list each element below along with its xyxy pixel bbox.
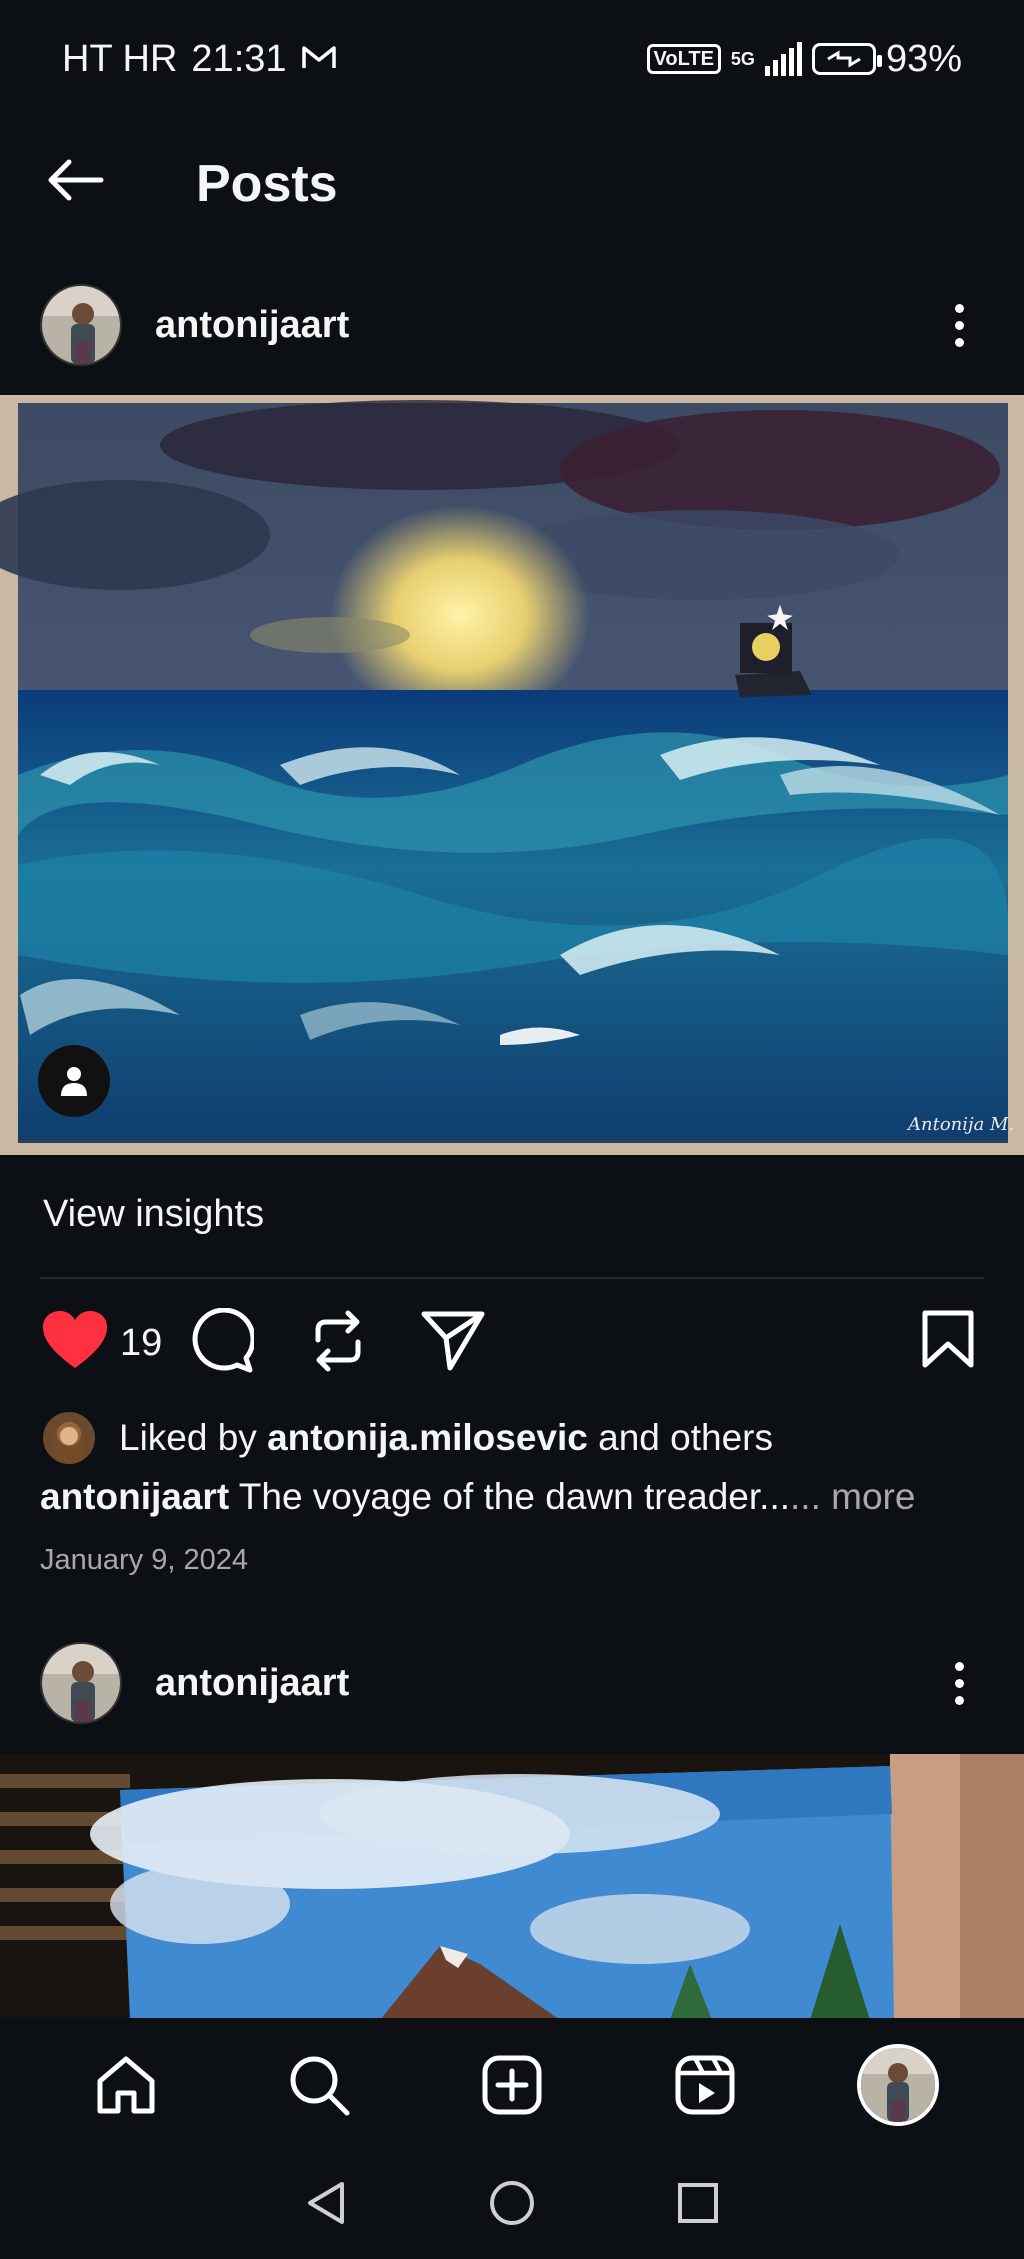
avatar[interactable] xyxy=(40,1642,122,1724)
status-bar: HT HR 21:31 VoLTE 5G 93% xyxy=(0,0,1024,118)
comment-button[interactable] xyxy=(188,1307,256,1379)
gmail-icon xyxy=(301,38,337,81)
liker-avatar[interactable] xyxy=(43,1412,95,1464)
home-icon xyxy=(97,2056,155,2114)
tagged-people-button[interactable] xyxy=(38,1045,110,1117)
back-triangle-icon xyxy=(308,2182,344,2224)
painting-image: Antonija M. xyxy=(0,395,1024,1155)
liked-by-text: Liked by antonija.milosevic and others xyxy=(119,1417,773,1459)
post-image-2[interactable] xyxy=(0,1754,1024,2020)
top-bar: Posts xyxy=(0,118,1024,242)
post-username[interactable]: antonijaart xyxy=(155,1662,349,1705)
recents-square-icon xyxy=(678,2183,718,2223)
back-button[interactable] xyxy=(40,148,110,212)
post-username[interactable]: antonijaart xyxy=(155,304,349,347)
signal-icon xyxy=(764,42,802,76)
heart-filled-icon xyxy=(43,1311,107,1368)
nav-reels-button[interactable] xyxy=(655,2035,755,2135)
post-date: January 9, 2024 xyxy=(40,1544,248,1576)
view-insights-link[interactable]: View insights xyxy=(43,1193,264,1236)
liked-by-prefix: Liked by xyxy=(119,1417,257,1458)
bookmark-icon xyxy=(922,1310,974,1368)
person-icon xyxy=(61,1067,87,1096)
search-icon xyxy=(290,2056,350,2116)
divider xyxy=(40,1277,984,1279)
like-button[interactable] xyxy=(40,1308,110,1377)
battery-level: 93% xyxy=(885,37,962,80)
nav-profile-button[interactable] xyxy=(848,2035,948,2135)
reels-icon xyxy=(675,2055,735,2115)
status-right: VoLTE 5G 93% xyxy=(646,37,962,81)
status-left: HT HR 21:31 xyxy=(62,38,337,81)
caption-username[interactable]: antonijaart xyxy=(40,1476,229,1517)
save-button[interactable] xyxy=(920,1308,976,1375)
clock: 21:31 xyxy=(191,37,287,80)
post-image[interactable]: Antonija M. xyxy=(0,395,1024,1155)
nav-home-button[interactable] xyxy=(76,2035,176,2135)
bottom-nav xyxy=(0,2018,1024,2152)
system-recents-button[interactable] xyxy=(676,2181,720,2230)
nav-search-button[interactable] xyxy=(269,2035,369,2135)
nav-create-button[interactable] xyxy=(462,2035,562,2135)
more-options-button[interactable] xyxy=(934,1648,984,1718)
like-count[interactable]: 19 xyxy=(120,1322,162,1365)
svg-text:Antonija M.: Antonija M. xyxy=(906,1114,1014,1135)
caption-ellipsis: .. xyxy=(769,1476,791,1517)
more-options-button[interactable] xyxy=(934,290,984,360)
post-header: antonijaart xyxy=(0,270,1024,380)
volte-badge: VoLTE xyxy=(646,44,721,74)
post-header-2: antonijaart xyxy=(0,1628,1024,1738)
caption-text: The voyage of the dawn treader. xyxy=(238,1476,770,1517)
home-circle-icon xyxy=(490,2181,534,2225)
caption: antonijaart The voyage of the dawn tread… xyxy=(40,1476,915,1518)
profile-avatar xyxy=(856,2044,939,2126)
share-button[interactable] xyxy=(420,1308,486,1377)
comment-icon xyxy=(192,1307,256,1373)
carrier-label: HT HR xyxy=(62,37,178,80)
battery-icon xyxy=(811,43,882,75)
system-nav xyxy=(0,2152,1024,2259)
painting-image-2 xyxy=(0,1754,1024,2020)
network-type: 5G xyxy=(730,49,755,69)
page-title: Posts xyxy=(196,155,338,213)
send-icon xyxy=(421,1311,485,1371)
system-back-button[interactable] xyxy=(304,2179,348,2232)
repost-button[interactable] xyxy=(308,1308,368,1379)
likes-line[interactable]: Liked by antonija.milosevic and others xyxy=(43,1410,773,1466)
arrow-left-icon xyxy=(48,159,104,201)
avatar[interactable] xyxy=(40,284,122,366)
liked-by-suffix[interactable]: and others xyxy=(598,1417,773,1458)
caption-more-link[interactable]: ... more xyxy=(790,1476,915,1517)
create-icon xyxy=(482,2055,542,2115)
action-row: 19 xyxy=(0,1300,1024,1382)
liked-by-user[interactable]: antonija.milosevic xyxy=(267,1417,588,1458)
repost-icon xyxy=(315,1310,361,1372)
system-home-button[interactable] xyxy=(488,2179,536,2232)
